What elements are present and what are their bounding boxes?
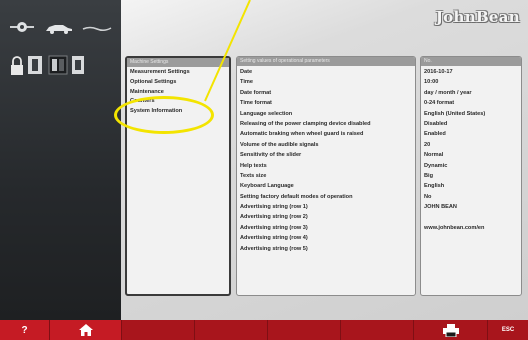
param-label[interactable]: Advertising string (row 4) (237, 233, 415, 243)
param-value[interactable]: Dynamic (421, 161, 521, 171)
param-value[interactable]: Enabled (421, 129, 521, 139)
param-value[interactable]: No (421, 192, 521, 202)
menu-item-system-information[interactable]: System Information (127, 107, 229, 117)
car-icon[interactable] (44, 22, 74, 34)
param-label[interactable]: Language selection (237, 109, 415, 119)
menu-item-counters[interactable]: Counters (127, 97, 229, 107)
param-value[interactable]: 10:00 (421, 77, 521, 87)
param-label[interactable]: Help texts (237, 161, 415, 171)
param-label[interactable]: Releasing of the power clamping device d… (237, 119, 415, 129)
left-sidebar (0, 0, 121, 320)
param-value[interactable]: day / month / year (421, 88, 521, 98)
param-label[interactable]: Date format (237, 88, 415, 98)
param-value[interactable]: JOHN BEAN (421, 202, 521, 212)
settings-menu-panel: Machine Settings Measurement Settings Op… (125, 56, 231, 296)
gauge-icon[interactable] (26, 54, 44, 76)
function-key-3[interactable] (268, 320, 341, 340)
param-label[interactable]: Sensitivity of the slider (237, 150, 415, 160)
param-value[interactable]: 20 (421, 140, 521, 150)
function-key-2[interactable] (195, 320, 268, 340)
param-value[interactable]: English (421, 181, 521, 191)
bottom-toolbar: ? ESC (0, 320, 528, 340)
param-value[interactable]: 0-24 format (421, 98, 521, 108)
parameters-header: Setting values of operational parameters (237, 57, 415, 66)
param-value[interactable]: www.johnbean.com/en (421, 223, 521, 233)
menu-item-maintenance[interactable]: Maintenance (127, 88, 229, 98)
param-label[interactable]: Texts size (237, 171, 415, 181)
param-label[interactable]: Volume of the audible signals (237, 140, 415, 150)
param-label[interactable]: Date (237, 67, 415, 77)
menu-item-measurement-settings[interactable]: Measurement Settings (127, 68, 229, 78)
gauge-pair-icon[interactable] (48, 54, 68, 76)
param-label[interactable]: Setting factory default modes of operati… (237, 192, 415, 202)
param-value[interactable]: Normal (421, 150, 521, 160)
print-button[interactable] (414, 320, 488, 340)
param-value[interactable]: Big (421, 171, 521, 181)
printer-icon (442, 323, 459, 337)
param-label[interactable]: Advertising string (row 3) (237, 223, 415, 233)
function-key-4[interactable] (341, 320, 414, 340)
menu-item-optional-settings[interactable]: Optional Settings (127, 78, 229, 88)
menu-header: Machine Settings (127, 58, 229, 67)
wheel-balance-icon[interactable] (10, 20, 34, 34)
param-value[interactable] (421, 212, 521, 222)
escape-button[interactable]: ESC (488, 320, 528, 340)
param-value[interactable]: 2016-10-17 (421, 67, 521, 77)
straight-line-icon[interactable] (82, 22, 112, 34)
param-label[interactable]: Keyboard Language (237, 181, 415, 191)
param-value[interactable] (421, 244, 521, 254)
param-label[interactable]: Automatic braking when wheel guard is ra… (237, 129, 415, 139)
param-label[interactable]: Time format (237, 98, 415, 108)
param-value[interactable]: Disabled (421, 119, 521, 129)
lock-icon[interactable] (10, 55, 24, 77)
home-button[interactable] (50, 320, 122, 340)
gauge-small-icon[interactable] (70, 54, 86, 76)
brand-logo: JohnBean (435, 8, 520, 26)
values-panel: No. 2016-10-17 10:00 day / month / year … (420, 56, 522, 296)
parameters-panel: Setting values of operational parameters… (236, 56, 416, 296)
home-icon (78, 324, 93, 336)
param-label[interactable]: Time (237, 77, 415, 87)
param-label[interactable]: Advertising string (row 1) (237, 202, 415, 212)
param-label[interactable]: Advertising string (row 5) (237, 244, 415, 254)
param-value[interactable]: English (United States) (421, 109, 521, 119)
help-button[interactable]: ? (0, 320, 50, 340)
function-key-1[interactable] (122, 320, 195, 340)
param-value[interactable] (421, 233, 521, 243)
values-header: No. (421, 57, 521, 66)
param-label[interactable]: Advertising string (row 2) (237, 212, 415, 222)
